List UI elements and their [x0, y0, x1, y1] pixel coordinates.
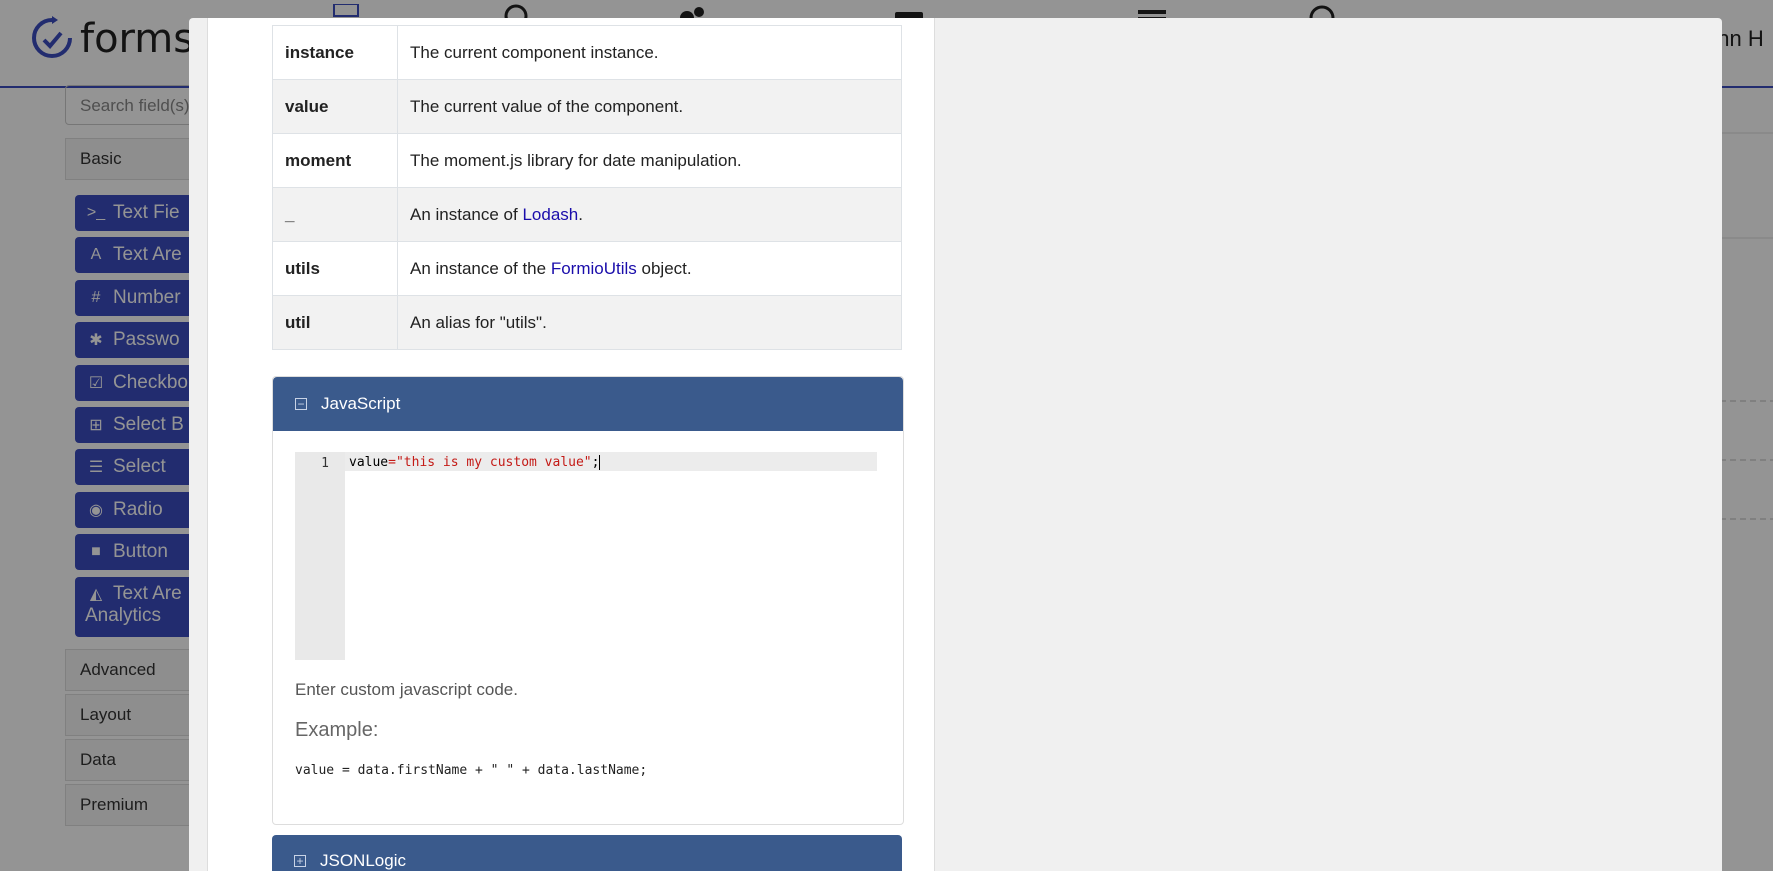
line-number: 1 — [321, 456, 329, 471]
collapse-minus-icon[interactable]: − — [295, 398, 307, 410]
text-cursor — [599, 455, 601, 470]
javascript-panel-title: JavaScript — [321, 394, 401, 413]
variable-name: util — [272, 295, 398, 350]
variable-name: utils — [272, 241, 398, 296]
javascript-panel: − JavaScript 1 value="this is my custom … — [272, 376, 904, 825]
settings-panel: instance The current component instance.… — [207, 18, 935, 871]
javascript-panel-header[interactable]: − JavaScript — [273, 377, 903, 431]
jsonlogic-panel-header[interactable]: + JSONLogic — [272, 835, 902, 871]
table-row: util An alias for "utils". — [272, 295, 902, 350]
table-row: instance The current component instance. — [272, 25, 902, 80]
variable-description: The current component instance. — [397, 25, 902, 80]
component-settings-modal: instance The current component instance.… — [189, 18, 1722, 871]
example-heading: Example: — [295, 719, 379, 741]
code-editor[interactable]: 1 value="this is my custom value"; — [295, 452, 877, 660]
editor-gutter: 1 — [295, 452, 345, 660]
example-code: value = data.firstName + " " + data.last… — [295, 763, 648, 778]
variable-description: An alias for "utils". — [397, 295, 902, 350]
variable-description: An instance of Lodash. — [397, 187, 902, 242]
expand-plus-icon[interactable]: + — [294, 855, 306, 867]
help-text: Enter custom javascript code. — [295, 680, 518, 699]
variable-description: The current value of the component. — [397, 79, 902, 134]
lodash-link[interactable]: Lodash — [522, 205, 578, 224]
variable-name: instance — [272, 25, 398, 80]
variable-description: The moment.js library for date manipulat… — [397, 133, 902, 188]
code-line[interactable]: value="this is my custom value"; — [345, 452, 877, 471]
table-row: value The current value of the component… — [272, 79, 902, 134]
formioutils-link[interactable]: FormioUtils — [551, 259, 637, 278]
variables-table: instance The current component instance.… — [272, 25, 902, 350]
table-row: moment The moment.js library for date ma… — [272, 133, 902, 188]
table-row: _ An instance of Lodash. — [272, 187, 902, 242]
variable-description: An instance of the FormioUtils object. — [397, 241, 902, 296]
table-row: utils An instance of the FormioUtils obj… — [272, 241, 902, 296]
variable-name: moment — [272, 133, 398, 188]
jsonlogic-panel-title: JSONLogic — [320, 851, 406, 870]
variable-name: _ — [272, 187, 398, 242]
variable-name: value — [272, 79, 398, 134]
